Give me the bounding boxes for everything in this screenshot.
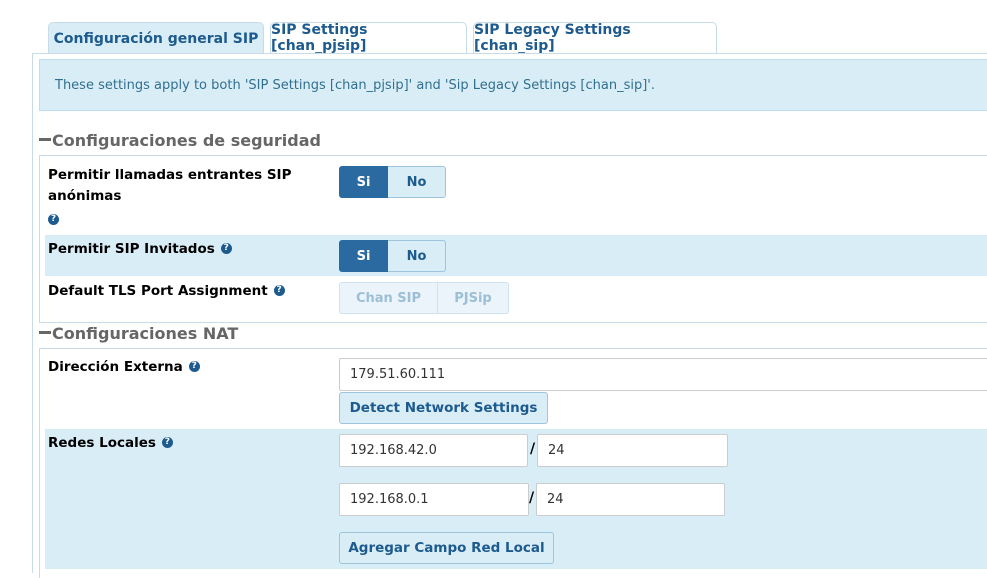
info-text: These settings apply to both 'SIP Settin… <box>55 77 655 93</box>
row-local-networks: Redes Locales? 192.168.42.0 / 24 192.168… <box>45 429 987 569</box>
help-icon[interactable]: ? <box>220 242 232 254</box>
help-icon[interactable]: ? <box>273 284 285 296</box>
button-label: Si <box>356 174 371 190</box>
tls-chan-sip-button[interactable]: Chan SIP <box>339 282 438 314</box>
local-network-mask-input[interactable]: 24 <box>536 483 725 516</box>
guests-yes-button[interactable]: Si <box>339 240 388 272</box>
collapse-icon <box>39 138 51 141</box>
external-label: Dirección Externa? <box>48 357 200 378</box>
local-network-ip-input[interactable]: 192.168.0.1 <box>339 483 529 516</box>
guests-label: Permitir SIP Invitados? <box>48 239 232 260</box>
label-text: Permitir SIP Invitados <box>48 241 215 257</box>
anonymous-toggle: Si No <box>339 166 446 198</box>
tab-label: SIP Settings [chan_pjsip] <box>271 22 368 54</box>
row-anonymous-calls: Permitir llamadas entrantes SIP anónimas… <box>45 160 987 235</box>
slash-separator: / <box>530 441 536 457</box>
external-address-input[interactable]: 179.51.60.111 <box>339 358 987 391</box>
button-label: Si <box>356 248 371 264</box>
collapse-icon <box>39 331 51 334</box>
label-text: Default TLS Port Assignment <box>48 283 268 299</box>
tls-label: Default TLS Port Assignment? <box>48 281 285 302</box>
input-value: 192.168.0.1 <box>350 492 429 507</box>
row-sip-guests: Permitir SIP Invitados? Si No <box>45 235 987 276</box>
button-label: Agregar Campo Red Local <box>348 540 545 556</box>
button-label: Chan SIP <box>355 290 422 306</box>
section-title: Configuraciones NAT <box>52 324 239 343</box>
tls-pjsip-button[interactable]: PJSip <box>438 282 509 314</box>
anonymous-no-button[interactable]: No <box>388 166 446 198</box>
label-text: Dirección Externa <box>48 359 183 375</box>
local-networks-label: Redes Locales? <box>48 433 173 454</box>
section-title: Configuraciones de seguridad <box>52 131 321 150</box>
label-text: Redes Locales <box>48 435 156 451</box>
tab-content-border <box>32 53 33 573</box>
guests-no-button[interactable]: No <box>388 240 446 272</box>
local-network-ip-input[interactable]: 192.168.42.0 <box>339 434 528 467</box>
section-nat-header[interactable]: Configuraciones NAT <box>39 324 238 343</box>
tab-divider <box>32 53 987 54</box>
label-text: Permitir llamadas entrantes SIP anónimas <box>48 167 292 204</box>
settings-page: Configuración general SIP SIP Settings [… <box>0 0 987 578</box>
button-label: No <box>406 174 427 190</box>
tab-legacy-sip-settings[interactable]: SIP Legacy Settings [chan_sip] <box>473 22 717 54</box>
help-icon[interactable]: ? <box>48 213 59 225</box>
help-icon[interactable]: ? <box>188 360 200 372</box>
input-value: 24 <box>548 443 565 458</box>
tab-label: SIP Legacy Settings [chan_sip] <box>474 22 631 54</box>
input-value: 179.51.60.111 <box>350 367 446 382</box>
tab-pjsip-settings[interactable]: SIP Settings [chan_pjsip] <box>270 22 467 54</box>
input-value: 192.168.42.0 <box>350 443 437 458</box>
section-security-header[interactable]: Configuraciones de seguridad <box>39 131 321 150</box>
row-external-address: Dirección Externa? 179.51.60.111 Detect … <box>45 352 987 428</box>
anonymous-yes-button[interactable]: Si <box>339 166 388 198</box>
local-network-mask-input[interactable]: 24 <box>537 434 728 467</box>
info-alert: These settings apply to both 'SIP Settin… <box>39 59 987 111</box>
button-label: PJSip <box>454 290 492 306</box>
slash-separator: / <box>529 490 535 506</box>
row-tls-port: Default TLS Port Assignment? Chan SIP PJ… <box>45 278 987 320</box>
add-local-network-button[interactable]: Agregar Campo Red Local <box>339 532 554 564</box>
tls-toggle: Chan SIP PJSip <box>339 282 509 314</box>
button-label: Detect Network Settings <box>349 400 538 416</box>
tab-label: Configuración general SIP <box>53 30 259 47</box>
help-icon[interactable]: ? <box>161 436 173 448</box>
anonymous-label: Permitir llamadas entrantes SIP anónimas… <box>48 165 298 228</box>
tab-general-sip[interactable]: Configuración general SIP <box>48 22 264 54</box>
guests-toggle: Si No <box>339 240 446 272</box>
detect-network-settings-button[interactable]: Detect Network Settings <box>339 392 548 424</box>
button-label: No <box>406 248 427 264</box>
input-value: 24 <box>547 492 564 507</box>
